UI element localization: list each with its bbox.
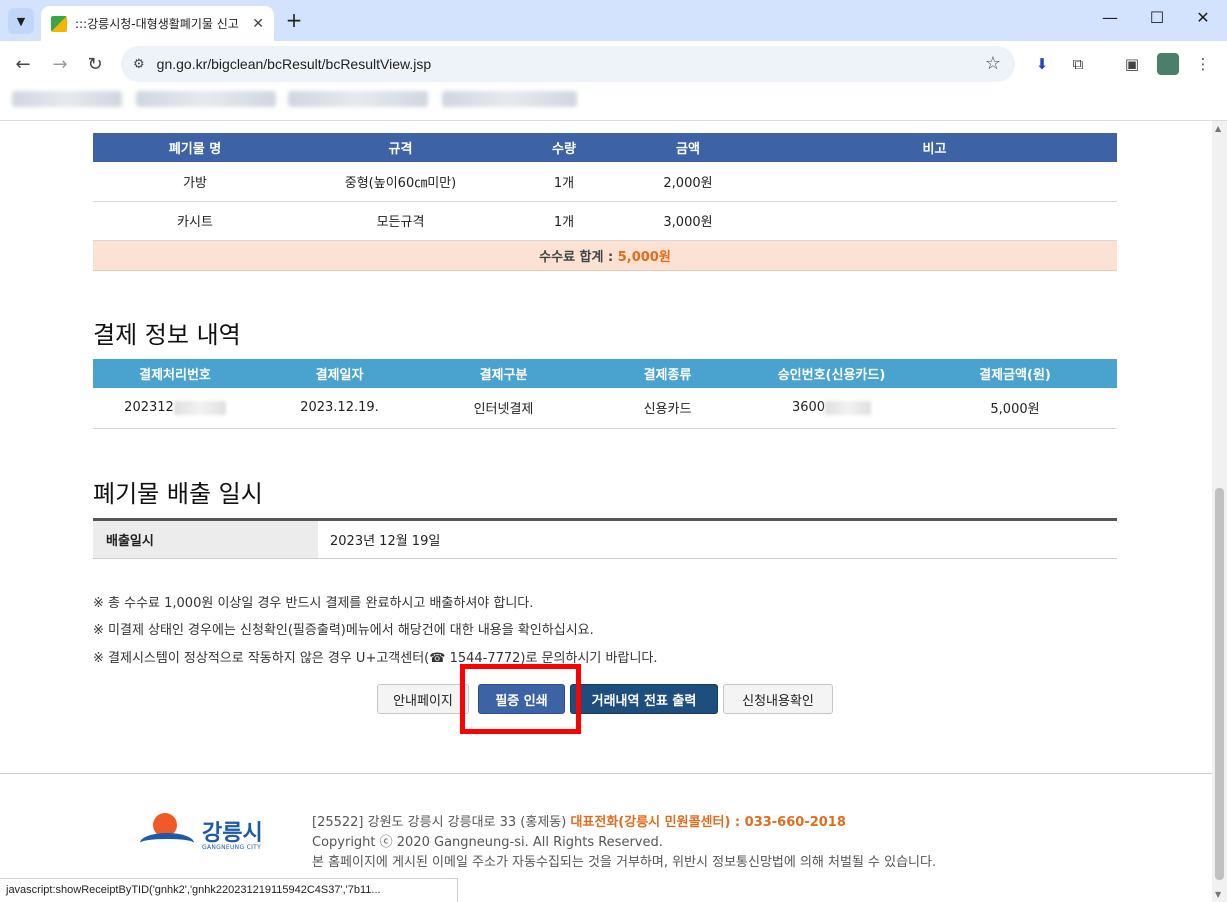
bookmark-item[interactable] (12, 91, 122, 107)
redacted-blur (173, 400, 226, 415)
logo-name: 강릉시 (202, 821, 263, 846)
scroll-up-icon[interactable]: ▲ (1215, 124, 1221, 133)
pay-type-cell: 신용카드 (585, 388, 750, 429)
table-row: 카시트 모든규격 1개 3,000원 (93, 201, 1117, 241)
waste-note-cell (752, 201, 1117, 241)
new-tab-button[interactable]: + (282, 8, 306, 32)
site-favicon-icon (51, 15, 67, 32)
bookmark-star-icon[interactable]: ☆ (985, 53, 1001, 74)
pay-header-type: 결제종류 (585, 359, 750, 388)
status-bar: javascript:showReceiptByTID('gnhk2','gnh… (0, 878, 458, 902)
site-info-icon[interactable]: ⚙ (133, 57, 145, 72)
chevron-down-icon: ▼ (16, 14, 26, 28)
tab-title: :::강릉시청-대형생활폐기물 신고 (75, 17, 239, 31)
waste-qty-cell: 1개 (504, 201, 624, 241)
disposal-label: 배출일시 (93, 521, 318, 558)
pay-header-approval: 승인번호(신용카드) (750, 359, 913, 388)
pay-header-method: 결제구분 (422, 359, 585, 388)
back-arrow-icon[interactable]: ← (11, 52, 35, 76)
total-label: 수수료 합계 : (539, 249, 618, 265)
waste-name-cell: 가방 (93, 162, 297, 202)
logo-wave-icon (140, 833, 194, 853)
print-receipt-button[interactable]: 거래내역 전표 출력 (570, 684, 718, 714)
forward-arrow-icon[interactable]: → (48, 52, 72, 76)
total-row: 수수료 합계 : 5,000원 (93, 240, 1117, 271)
footer-copyright: Copyright ⓒ 2020 Gangneung-si. All Right… (312, 835, 663, 850)
reload-icon[interactable]: ↻ (83, 52, 107, 76)
disposal-value: 2023년 12월 19일 (330, 534, 441, 549)
table-row: 가방 중형(높이60㎝미만) 1개 2,000원 (93, 162, 1117, 202)
close-window-icon[interactable]: ✕ (1191, 8, 1215, 27)
waste-spec-cell: 중형(높이60㎝미만) (297, 162, 504, 202)
redacted-blur (825, 400, 872, 415)
pay-date-cell: 2023.12.19. (257, 388, 422, 429)
waste-header-name: 폐기물 명 (93, 133, 297, 162)
footer-info: [25522] 강원도 강릉시 강릉대로 33 (홍제동) 대표전화(강릉시 민… (312, 813, 936, 873)
pay-tid-prefix: 202312 (124, 400, 174, 416)
guide-page-button[interactable]: 안내페이지 (377, 684, 469, 714)
maximize-icon[interactable]: ☐ (1145, 8, 1169, 27)
pay-header-amount: 결제금액(원) (913, 359, 1117, 388)
waste-amount-cell: 2,000원 (624, 162, 752, 202)
highlight-box (460, 664, 581, 734)
tab-search-button[interactable]: ▼ (8, 8, 34, 34)
disposal-table: 배출일시 2023년 12월 19일 (93, 518, 1117, 559)
pay-method-cell: 인터넷결제 (422, 388, 585, 429)
bookmark-item[interactable] (288, 91, 428, 107)
browser-tab[interactable]: :::강릉시청-대형생활폐기물 신고 ✕ (41, 6, 274, 41)
waste-header-amount: 금액 (624, 133, 752, 162)
footer-phone: 대표전화(강릉시 민원콜센터) : 033-660-2018 (570, 815, 846, 830)
pay-header-tid: 결제처리번호 (93, 359, 257, 388)
side-panel-icon[interactable]: ▣ (1121, 53, 1143, 75)
tab-bar: ▼ :::강릉시청-대형생활폐기물 신고 ✕ + — ☐ ✕ (0, 0, 1227, 41)
extensions-icon[interactable]: ⧉ (1067, 53, 1089, 75)
bookmark-item[interactable] (136, 91, 276, 107)
footer-divider (0, 773, 1212, 774)
total-cell: 수수료 합계 : 5,000원 (93, 240, 1117, 271)
minimize-icon[interactable]: — (1098, 8, 1122, 27)
bookmark-item[interactable] (442, 91, 577, 107)
page-content: 폐기물 명 규격 수량 금액 비고 가방 중형(높이60㎝미만) 1개 2,00… (0, 121, 1212, 902)
close-tab-icon[interactable]: ✕ (252, 16, 264, 32)
waste-amount-cell: 3,000원 (624, 201, 752, 241)
pay-amount-cell: 5,000원 (913, 388, 1117, 429)
scrollbar-thumb[interactable] (1215, 488, 1224, 880)
pay-tid-cell: 202312 (93, 388, 257, 429)
waste-qty-cell: 1개 (504, 162, 624, 202)
logo-subtitle: GANGNEUNG CITY (202, 844, 262, 851)
pay-approval-prefix: 3600 (791, 400, 826, 416)
profile-avatar-icon[interactable] (1157, 53, 1179, 75)
pay-approval-cell: 3600 (750, 388, 913, 429)
waste-header-note: 비고 (752, 133, 1117, 162)
vertical-scrollbar[interactable]: ▲ ▼ (1212, 121, 1227, 902)
url-text: gn.go.kr/bigclean/bcResult/bcResultView.… (156, 56, 432, 72)
menu-kebab-icon[interactable]: ⋮ (1192, 53, 1214, 75)
gangneung-logo: 강릉시 GANGNEUNG CITY (140, 811, 270, 861)
table-row: 202312 2023.12.19. 인터넷결제 신용카드 3600 5,000… (93, 388, 1117, 429)
footer-email-notice: 본 홈페이지에 게시된 이메일 주소가 자동수집되는 것을 거부하며, 위반시 … (312, 855, 937, 870)
check-application-button[interactable]: 신청내용확인 (723, 684, 833, 714)
download-icon[interactable]: ⬇ (1031, 53, 1053, 75)
address-bar[interactable]: ⚙ gn.go.kr/bigclean/bcResult/bcResultVie… (121, 46, 1015, 82)
footer-address: [25522] 강원도 강릉시 강릉대로 33 (홍제동) (312, 815, 571, 830)
notice-text: ※ 미결제 상태인 경우에는 신청확인(필증출력)메뉴에서 해당건에 대한 내용… (93, 623, 594, 638)
browser-toolbar: ← → ↻ ⚙ gn.go.kr/bigclean/bcResult/bcRes… (0, 41, 1227, 87)
waste-header-qty: 수량 (504, 133, 624, 162)
waste-spec-cell: 모든규격 (297, 201, 504, 241)
footer-address-line: [25522] 강원도 강릉시 강릉대로 33 (홍제동) 대표전화(강릉시 민… (312, 813, 936, 833)
payment-section-title: 결제 정보 내역 (93, 321, 241, 349)
notice-text: ※ 총 수수료 1,000원 이상일 경우 반드시 결제를 완료하시고 배출하셔… (93, 596, 534, 611)
disposal-section-title: 폐기물 배출 일시 (93, 480, 263, 508)
waste-table: 폐기물 명 규격 수량 금액 비고 가방 중형(높이60㎝미만) 1개 2,00… (93, 133, 1117, 271)
pay-header-date: 결제일자 (257, 359, 422, 388)
waste-name-cell: 카시트 (93, 201, 297, 241)
payment-table: 결제처리번호 결제일자 결제구분 결제종류 승인번호(신용카드) 결제금액(원)… (93, 359, 1117, 429)
bookmarks-bar (0, 87, 1227, 113)
scroll-down-icon[interactable]: ▼ (1215, 890, 1221, 899)
waste-note-cell (752, 162, 1117, 202)
waste-header-spec: 규격 (297, 133, 504, 162)
total-amount: 5,000원 (617, 249, 671, 265)
